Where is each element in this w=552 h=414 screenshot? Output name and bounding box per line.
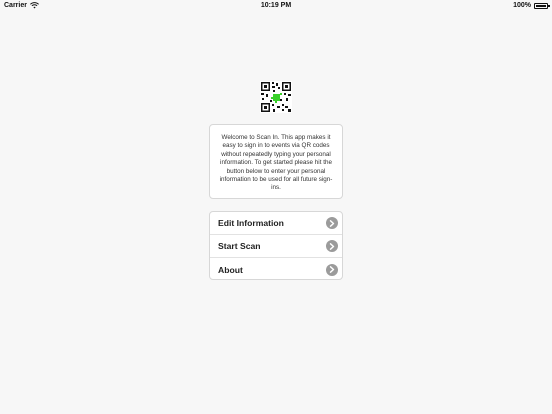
start-scan-button[interactable]: Start Scan [210,235,342,258]
menu-item-label: Start Scan [218,241,261,251]
qr-code-icon [260,81,292,113]
edit-information-button[interactable]: Edit Information [210,212,342,235]
status-right: 100% [513,2,550,9]
chevron-right-icon [326,263,338,276]
battery-percent: 100% [513,2,531,9]
about-button[interactable]: About [210,258,342,279]
chevron-right-icon [326,240,338,252]
welcome-message: Welcome to Scan In. This app makes it ea… [209,124,343,199]
status-time: 10:19 PM [260,2,292,9]
main-menu: Edit Information Start Scan About [209,211,343,280]
battery-icon [534,2,550,9]
welcome-text: Welcome to Scan In. This app makes it ea… [219,134,333,192]
menu-item-label: About [218,264,243,275]
chevron-right-icon [326,217,338,229]
menu-item-label: Edit Information [218,218,284,228]
status-bar: Carrier 10:19 PM 100% [0,0,552,13]
